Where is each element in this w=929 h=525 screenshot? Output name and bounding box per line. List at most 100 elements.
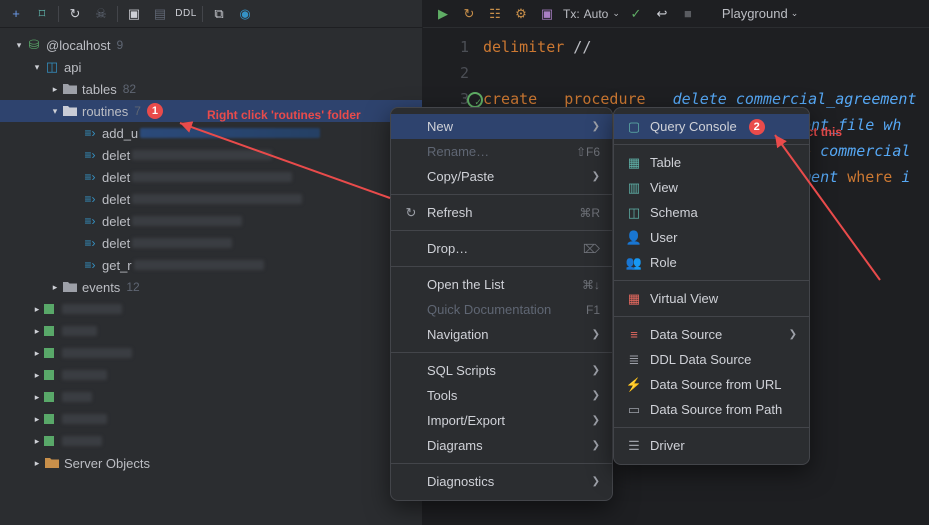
tree-item-blurred[interactable]: ▸ [0, 430, 422, 452]
menu-item-new[interactable]: New ❯ [391, 114, 612, 139]
menu-item-import-export[interactable]: Import/Export❯ [391, 408, 612, 433]
submenu-item-view[interactable]: ▥View [614, 175, 809, 200]
tree-schema-api[interactable]: ▾ ◫ api [0, 56, 422, 78]
filter-icon[interactable]: ⧉ [209, 4, 229, 24]
menu-item-diagrams[interactable]: Diagrams❯ [391, 433, 612, 458]
procedure-icon: ≡› [82, 214, 98, 228]
ddl-button[interactable]: DDL [176, 4, 196, 24]
menu-separator [391, 194, 612, 195]
submenu-item-table[interactable]: ▦Table [614, 150, 809, 175]
submenu-item-user[interactable]: 👤User [614, 225, 809, 250]
submenu-item-query-console[interactable]: ▢Query Console2 [614, 114, 809, 139]
chevron-right-icon: ❯ [592, 415, 600, 426]
submenu-item-data-source-from-url[interactable]: ⚡Data Source from URL [614, 372, 809, 397]
submenu-item-label: Role [650, 255, 677, 270]
procedure-icon: ≡› [82, 148, 98, 162]
host-label: @localhost [46, 38, 111, 53]
submenu-item-driver[interactable]: ☰Driver [614, 433, 809, 458]
menu-item-quick-documentation: Quick DocumentationF1 [391, 297, 612, 322]
menu-item-sql-scripts[interactable]: SQL Scripts❯ [391, 358, 612, 383]
menu-item-label: Drop… [427, 241, 468, 256]
submenu-item-virtual-view[interactable]: ▦ Virtual View [614, 286, 809, 311]
refresh-icon[interactable]: ↻ [65, 4, 85, 24]
submenu-item-schema[interactable]: ◫Schema [614, 200, 809, 225]
tree-routine-item[interactable]: ≡› delet [0, 210, 422, 232]
submenu-item-ddl-data-source[interactable]: ≣DDL Data Source [614, 347, 809, 372]
diagram2-icon[interactable]: ▤ [150, 4, 170, 24]
tree-routine-item[interactable]: ≡› delet [0, 144, 422, 166]
db-icon [44, 436, 54, 446]
playground-button[interactable]: Playground ⌄ [722, 6, 798, 21]
shortcut-label: ⌦ [583, 242, 600, 256]
db-icon [44, 304, 54, 314]
tree-item-blurred[interactable]: ▸ [0, 320, 422, 342]
tree-item-blurred[interactable]: ▸ [0, 298, 422, 320]
tree-routine-item[interactable]: ≡› get_r [0, 254, 422, 276]
tree-item-blurred[interactable]: ▸ [0, 386, 422, 408]
folder-icon [62, 83, 78, 95]
tree-routine-item[interactable]: ≡› delet [0, 188, 422, 210]
menu-item-label: New [427, 119, 453, 134]
submenu-item-label: Schema [650, 205, 698, 220]
tree-routine-item[interactable]: ≡› delet [0, 166, 422, 188]
menu-item-navigation[interactable]: Navigation❯ [391, 322, 612, 347]
diagram1-icon[interactable]: ▣ [124, 4, 144, 24]
tree-item-blurred[interactable]: ▸ [0, 408, 422, 430]
tree-routine-item[interactable]: ≡› add_u [0, 122, 422, 144]
table-icon: ▦ [626, 155, 642, 171]
add-icon[interactable]: + [6, 4, 26, 24]
run-icon[interactable]: ▶ [433, 4, 453, 24]
menu-separator [614, 280, 809, 281]
submenu-item-role[interactable]: 👥Role [614, 250, 809, 275]
line-number: 1 [423, 34, 469, 60]
tree-routines[interactable]: ▾ routines 7 1 [0, 100, 422, 122]
procedure-icon: ≡› [82, 170, 98, 184]
commit-icon[interactable]: ▣ [537, 4, 557, 24]
tree-item-blurred[interactable]: ▸ [0, 342, 422, 364]
menu-item-tools[interactable]: Tools❯ [391, 383, 612, 408]
virtual-view-icon: ▦ [626, 291, 642, 307]
schema-icon: ◫ [44, 59, 60, 75]
tree-events[interactable]: ▸ events 12 [0, 276, 422, 298]
submenu-item-data-source-from-path[interactable]: ▭Data Source from Path [614, 397, 809, 422]
settings-icon[interactable]: ☷ [485, 4, 505, 24]
tree-item-blurred[interactable]: ▸ [0, 364, 422, 386]
tree-tables[interactable]: ▸ tables 82 [0, 78, 422, 100]
menu-item-label: Tools [427, 388, 457, 403]
chevron-right-icon: ❯ [592, 121, 600, 132]
tree-host[interactable]: ▾ ⛁ @localhost 9 [0, 34, 422, 56]
data-source-from-path-icon: ▭ [626, 402, 642, 418]
procedure-icon: ≡› [82, 258, 98, 272]
submenu-item-label: Virtual View [650, 291, 718, 306]
tree-routine-item[interactable]: ≡› delet [0, 232, 422, 254]
view-icon[interactable]: ◉ [235, 4, 255, 24]
check-icon[interactable]: ✓ [630, 6, 641, 22]
refresh-icon: ↻ [403, 205, 419, 221]
annotation-badge-2: 2 [749, 119, 765, 135]
sidebar-toolbar: + ⌑ ↻ ☠ ▣ ▤ DDL ⧉ ◉ [0, 0, 422, 28]
tx-mode[interactable]: Tx: Auto ⌄ [563, 7, 620, 21]
menu-item-label: Diagnostics [427, 474, 494, 489]
query-console-icon[interactable]: ⌑ [32, 4, 52, 24]
submenu-item-data-source[interactable]: ≡Data Source❯ [614, 322, 809, 347]
shortcut-label: ⌘R [579, 206, 600, 220]
gear-icon[interactable]: ⚙ [511, 4, 531, 24]
menu-item-refresh[interactable]: ↻Refresh⌘R [391, 200, 612, 225]
tx-value: Auto [584, 7, 609, 21]
chevron-right-icon: ❯ [592, 329, 600, 340]
submenu-item-label: Query Console [650, 119, 737, 134]
menu-item-copy-paste[interactable]: Copy/Paste❯ [391, 164, 612, 189]
menu-item-drop[interactable]: Drop… ⌦ [391, 236, 612, 261]
menu-item-label: Rename… [427, 144, 489, 159]
stop-icon[interactable]: ■ [678, 4, 698, 24]
divider [58, 6, 59, 22]
data-source-icon: ≡ [626, 327, 642, 342]
tree-server-objects[interactable]: ▸ Server Objects [0, 452, 422, 474]
menu-item-label: SQL Scripts [427, 363, 496, 378]
stop-icon[interactable]: ☠ [91, 4, 111, 24]
history-icon[interactable]: ↻ [459, 4, 479, 24]
rollback-icon[interactable]: ↩ [652, 4, 672, 24]
menu-item-open-the-list[interactable]: Open the List⌘↓ [391, 272, 612, 297]
run-toolbar: ▶ ↻ ☷ ⚙ ▣ Tx: Auto ⌄ ✓ ↩ ■ Playground ⌄ [423, 0, 929, 28]
menu-item-diagnostics[interactable]: Diagnostics❯ [391, 469, 612, 494]
